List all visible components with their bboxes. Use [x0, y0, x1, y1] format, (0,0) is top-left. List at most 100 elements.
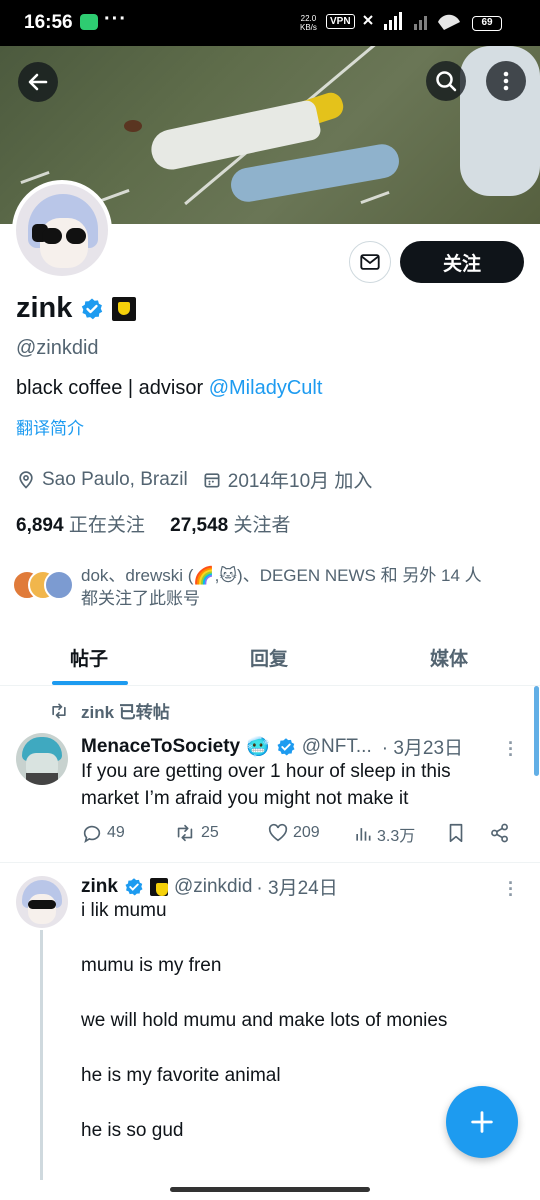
tweet-paragraph: he is so gud [81, 1120, 184, 1141]
profile-avatar[interactable] [12, 180, 112, 280]
tweet-author-avatar[interactable] [16, 876, 68, 928]
calendar-icon [204, 472, 220, 487]
wechat-notification-icon [80, 14, 98, 30]
followed-by-line-1: dok、drewski (🌈,🐱)、DEGEN NEWS 和 另外 14 人 [81, 566, 482, 585]
tweet-paragraph: i lik mumu [81, 900, 167, 921]
retweet-count: 25 [201, 824, 219, 841]
views-icon [356, 828, 371, 841]
reply-button[interactable]: 49 [81, 822, 125, 844]
bio-text: black coffee | advisor [16, 377, 209, 399]
share-button[interactable] [489, 822, 515, 844]
affiliate-badge-icon[interactable] [112, 296, 137, 321]
tweet-paragraph: he is my favorite animal [81, 1065, 281, 1086]
tab-posts[interactable]: 帖子 [70, 644, 108, 671]
vpn-badge: VPN [326, 14, 355, 29]
joined-text: 2014年10月 加入 [227, 471, 373, 492]
tweet-author-avatar[interactable] [16, 733, 68, 785]
back-arrow-icon [28, 73, 48, 91]
like-button[interactable]: 209 [267, 822, 320, 844]
signal-wifi-icons [360, 10, 468, 39]
more-options-button[interactable] [486, 61, 526, 101]
views-button[interactable]: 3.3万 [353, 822, 415, 846]
scrollbar[interactable] [534, 686, 539, 776]
retweet-label[interactable]: zink 已转帖 [49, 698, 170, 723]
search-icon [436, 71, 457, 92]
retweet-icon [52, 703, 66, 718]
status-bar: 16:56 ··· 22.0 KB/s VPN 69 [0, 0, 540, 46]
followed-by-line-2: 都关注了此账号 [81, 589, 200, 608]
bookmark-icon [449, 823, 463, 843]
tweet-more-button[interactable]: · · · [508, 874, 514, 904]
reply-icon [83, 825, 101, 844]
retweet-label-text: zink 已转帖 [81, 703, 170, 722]
tweet-text: If you are getting over 1 hour of sleep … [81, 758, 521, 812]
following-label: 正在关注 [68, 515, 145, 536]
profile-handle: @zinkdid [16, 337, 99, 359]
compose-button[interactable] [446, 1086, 518, 1158]
author-emoji: 🥶 [246, 736, 270, 758]
follow-stats: 6,894 正在关注 27,548 关注者 [16, 510, 291, 537]
plus-icon [471, 1111, 493, 1133]
profile-meta: Sao Paulo, Brazil 2014年10月 加入 [16, 466, 386, 493]
tweet-actions: 49 25 209 3.3万 [81, 822, 521, 852]
tweet-more-button[interactable]: · · · [508, 734, 514, 764]
following-link[interactable]: 6,894 正在关注 [16, 515, 145, 536]
tweet-author-handle: @zinkdid [173, 875, 253, 897]
profile-name: zink [16, 292, 73, 324]
verified-icon [80, 297, 104, 321]
view-count: 3.3万 [377, 828, 416, 845]
tab-media[interactable]: 媒体 [430, 644, 468, 671]
tweet-paragraph: mumu is my fren [81, 955, 222, 976]
search-button[interactable] [426, 61, 466, 101]
tweet-date: · 3月23日 [381, 738, 464, 759]
more-notifications-icon: ··· [104, 8, 127, 30]
tweet-author-name[interactable]: zink [81, 876, 118, 898]
mail-icon [360, 254, 380, 270]
home-indicator[interactable] [170, 1187, 370, 1192]
follow-button[interactable]: 关注 [400, 241, 524, 283]
tweet-date: · 3月24日 [256, 878, 338, 899]
reply-count: 49 [107, 824, 125, 841]
affiliate-badge-icon[interactable] [149, 877, 168, 896]
thread-line [40, 930, 43, 1180]
following-count: 6,894 [16, 515, 64, 536]
verified-icon [125, 877, 143, 895]
network-speed-unit: KB/s [300, 23, 317, 32]
retweet-icon [177, 824, 193, 842]
network-speed-value: 22.0 [300, 14, 317, 23]
location-item: Sao Paulo, Brazil [16, 469, 188, 491]
message-button[interactable] [349, 241, 391, 283]
bookmark-button[interactable] [445, 822, 471, 844]
status-time: 16:56 [24, 12, 73, 33]
active-tab-indicator [52, 681, 128, 685]
retweet-button[interactable]: 25 [173, 822, 219, 844]
profile-name-row: zink [16, 292, 137, 325]
followers-count: 27,548 [170, 515, 229, 536]
followers-label: 关注者 [233, 515, 291, 536]
tweet-header: MenaceToSociety 🥶 @NFT... · 3月23日 [81, 733, 463, 760]
tab-replies[interactable]: 回复 [250, 644, 288, 671]
translate-bio-link[interactable]: 翻译简介 [16, 414, 84, 439]
tweet-text-line: If you are getting over 1 hour of sleep … [81, 761, 451, 782]
more-vertical-icon [503, 71, 509, 91]
back-button[interactable] [18, 62, 58, 102]
profile-tabs: 帖子 回复 媒体 [0, 630, 540, 686]
location-text: Sao Paulo, Brazil [42, 468, 188, 490]
followed-by-text: dok、drewski (🌈,🐱)、DEGEN NEWS 和 另外 14 人 都… [81, 564, 521, 610]
like-count: 209 [293, 824, 320, 841]
share-icon [491, 823, 508, 843]
location-icon [19, 470, 33, 489]
follower-avatar [44, 570, 74, 600]
tweet-divider [0, 862, 540, 863]
profile-bio: black coffee | advisor @MiladyCult [16, 377, 322, 400]
like-icon [268, 823, 288, 842]
tweet-text-line: market I’m afraid you might not make it [81, 788, 409, 809]
joined-item: 2014年10月 加入 [202, 466, 373, 493]
bio-mention-link[interactable]: @MiladyCult [209, 377, 323, 399]
battery-icon: 69 [472, 16, 502, 31]
tweet-author-name[interactable]: MenaceToSociety [81, 736, 240, 758]
followers-link[interactable]: 27,548 关注者 [170, 515, 290, 536]
tweet-header: zink @zinkdid · 3月24日 [81, 873, 338, 900]
tweet-author-handle: @NFT... [301, 735, 372, 757]
network-speed: 22.0 KB/s [300, 14, 317, 32]
